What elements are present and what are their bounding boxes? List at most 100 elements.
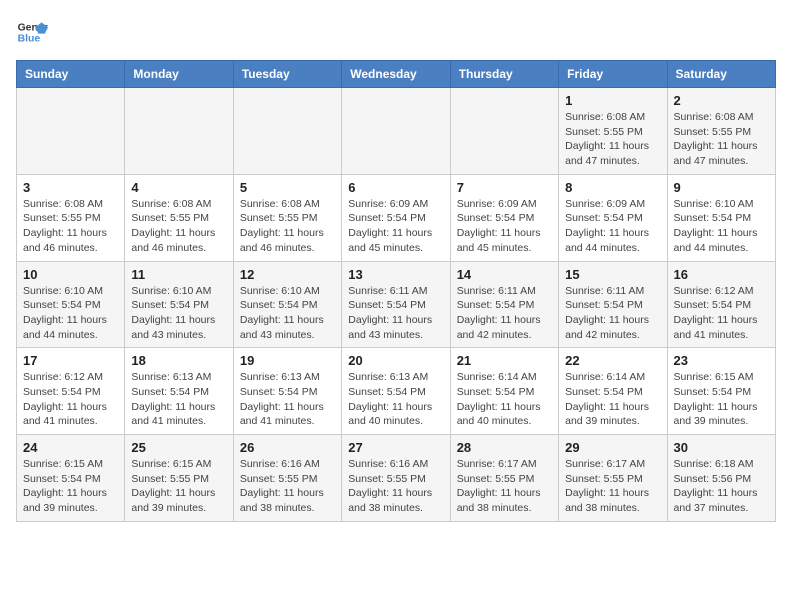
day-info: Sunrise: 6:14 AM Sunset: 5:54 PM Dayligh…	[565, 370, 660, 429]
calendar-cell: 24Sunrise: 6:15 AM Sunset: 5:54 PM Dayli…	[17, 435, 125, 522]
page-header: General Blue	[16, 16, 776, 48]
day-number: 8	[565, 180, 660, 195]
calendar-cell	[233, 88, 341, 175]
calendar-cell: 4 Sunrise: 6:08 AM Sunset: 5:55 PM Daylig…	[125, 174, 233, 261]
day-number: 15	[565, 267, 660, 282]
day-number: 9	[674, 180, 769, 195]
day-number: 14	[457, 267, 552, 282]
calendar-cell: 29 Sunrise: 6:17 AM Sunset: 5:55 PM Dayli…	[559, 435, 667, 522]
day-info: Sunrise: 6:16 AM Sunset: 5:55 PM Dayligh…	[240, 457, 335, 516]
day-info: Sunrise: 6:08 AM Sunset: 5:55 PM Dayligh…	[674, 110, 769, 169]
day-number: 3	[23, 180, 118, 195]
weekday-header: Thursday	[450, 61, 558, 88]
day-info: Sunrise: 6:13 AM Sunset: 5:54 PM Dayligh…	[240, 370, 335, 429]
calendar-cell: 21 Sunrise: 6:14 AM Sunset: 5:54 PM Dayli…	[450, 348, 558, 435]
calendar-cell: 23 Sunrise: 6:15 AM Sunset: 5:54 PM Dayli…	[667, 348, 775, 435]
weekday-header: Saturday	[667, 61, 775, 88]
day-number: 16	[674, 267, 769, 282]
calendar-cell: 18 Sunrise: 6:13 AM Sunset: 5:54 PM Dayli…	[125, 348, 233, 435]
day-info: Sunrise: 6:17 AM Sunset: 5:55 PM Dayligh…	[457, 457, 552, 516]
day-number: 2	[674, 93, 769, 108]
day-info: Sunrise: 6:10 AM Sunset: 5:54 PM Dayligh…	[131, 284, 226, 343]
day-info: Sunrise: 6:15 AM Sunset: 5:54 PM Dayligh…	[23, 457, 118, 516]
day-info: Sunrise: 6:11 AM Sunset: 5:54 PM Dayligh…	[565, 284, 660, 343]
weekday-header-row: SundayMondayTuesdayWednesdayThursdayFrid…	[17, 61, 776, 88]
calendar-cell: 12 Sunrise: 6:10 AM Sunset: 5:54 PM Dayli…	[233, 261, 341, 348]
day-number: 28	[457, 440, 552, 455]
day-info: Sunrise: 6:08 AM Sunset: 5:55 PM Dayligh…	[131, 197, 226, 256]
calendar-cell: 10 Sunrise: 6:10 AM Sunset: 5:54 PM Dayli…	[17, 261, 125, 348]
weekday-header: Tuesday	[233, 61, 341, 88]
day-info: Sunrise: 6:08 AM Sunset: 5:55 PM Dayligh…	[565, 110, 660, 169]
weekday-header: Friday	[559, 61, 667, 88]
day-number: 17	[23, 353, 118, 368]
day-number: 27	[348, 440, 443, 455]
calendar-cell: 25Sunrise: 6:15 AM Sunset: 5:55 PM Dayli…	[125, 435, 233, 522]
day-number: 6	[348, 180, 443, 195]
day-number: 10	[23, 267, 118, 282]
calendar-cell: 1Sunrise: 6:08 AM Sunset: 5:55 PM Daylig…	[559, 88, 667, 175]
day-number: 23	[674, 353, 769, 368]
day-number: 29	[565, 440, 660, 455]
calendar-cell	[17, 88, 125, 175]
calendar-cell: 19Sunrise: 6:13 AM Sunset: 5:54 PM Dayli…	[233, 348, 341, 435]
weekday-header: Sunday	[17, 61, 125, 88]
day-info: Sunrise: 6:10 AM Sunset: 5:54 PM Dayligh…	[23, 284, 118, 343]
calendar-cell: 26 Sunrise: 6:16 AM Sunset: 5:55 PM Dayli…	[233, 435, 341, 522]
calendar-cell: 27 Sunrise: 6:16 AM Sunset: 5:55 PM Dayli…	[342, 435, 450, 522]
calendar-cell: 8 Sunrise: 6:09 AM Sunset: 5:54 PM Daylig…	[559, 174, 667, 261]
day-number: 20	[348, 353, 443, 368]
day-info: Sunrise: 6:10 AM Sunset: 5:54 PM Dayligh…	[240, 284, 335, 343]
calendar-cell: 13 Sunrise: 6:11 AM Sunset: 5:54 PM Dayli…	[342, 261, 450, 348]
calendar-cell: 28 Sunrise: 6:17 AM Sunset: 5:55 PM Dayli…	[450, 435, 558, 522]
day-number: 4	[131, 180, 226, 195]
calendar-week-row: 3 Sunrise: 6:08 AM Sunset: 5:55 PM Daylig…	[17, 174, 776, 261]
calendar-cell: 30 Sunrise: 6:18 AM Sunset: 5:56 PM Dayli…	[667, 435, 775, 522]
day-number: 21	[457, 353, 552, 368]
logo-icon: General Blue	[16, 16, 48, 48]
weekday-header: Wednesday	[342, 61, 450, 88]
calendar-cell: 17Sunrise: 6:12 AM Sunset: 5:54 PM Dayli…	[17, 348, 125, 435]
day-info: Sunrise: 6:08 AM Sunset: 5:55 PM Dayligh…	[240, 197, 335, 256]
calendar-week-row: 24Sunrise: 6:15 AM Sunset: 5:54 PM Dayli…	[17, 435, 776, 522]
calendar-cell: 20Sunrise: 6:13 AM Sunset: 5:54 PM Dayli…	[342, 348, 450, 435]
day-info: Sunrise: 6:09 AM Sunset: 5:54 PM Dayligh…	[565, 197, 660, 256]
day-info: Sunrise: 6:08 AM Sunset: 5:55 PM Dayligh…	[23, 197, 118, 256]
day-number: 26	[240, 440, 335, 455]
calendar-cell: 9Sunrise: 6:10 AM Sunset: 5:54 PM Daylig…	[667, 174, 775, 261]
day-info: Sunrise: 6:09 AM Sunset: 5:54 PM Dayligh…	[457, 197, 552, 256]
day-info: Sunrise: 6:18 AM Sunset: 5:56 PM Dayligh…	[674, 457, 769, 516]
calendar-cell: 11 Sunrise: 6:10 AM Sunset: 5:54 PM Dayli…	[125, 261, 233, 348]
day-number: 13	[348, 267, 443, 282]
calendar-week-row: 1Sunrise: 6:08 AM Sunset: 5:55 PM Daylig…	[17, 88, 776, 175]
day-info: Sunrise: 6:12 AM Sunset: 5:54 PM Dayligh…	[674, 284, 769, 343]
calendar-cell: 2 Sunrise: 6:08 AM Sunset: 5:55 PM Daylig…	[667, 88, 775, 175]
calendar-cell	[450, 88, 558, 175]
calendar-cell: 15 Sunrise: 6:11 AM Sunset: 5:54 PM Dayli…	[559, 261, 667, 348]
logo: General Blue	[16, 16, 48, 48]
day-info: Sunrise: 6:16 AM Sunset: 5:55 PM Dayligh…	[348, 457, 443, 516]
calendar-cell: 3 Sunrise: 6:08 AM Sunset: 5:55 PM Daylig…	[17, 174, 125, 261]
day-info: Sunrise: 6:15 AM Sunset: 5:54 PM Dayligh…	[674, 370, 769, 429]
calendar-cell: 6 Sunrise: 6:09 AM Sunset: 5:54 PM Daylig…	[342, 174, 450, 261]
day-number: 22	[565, 353, 660, 368]
calendar-cell	[125, 88, 233, 175]
day-info: Sunrise: 6:11 AM Sunset: 5:54 PM Dayligh…	[457, 284, 552, 343]
day-info: Sunrise: 6:17 AM Sunset: 5:55 PM Dayligh…	[565, 457, 660, 516]
calendar-week-row: 10 Sunrise: 6:10 AM Sunset: 5:54 PM Dayli…	[17, 261, 776, 348]
day-info: Sunrise: 6:09 AM Sunset: 5:54 PM Dayligh…	[348, 197, 443, 256]
day-number: 18	[131, 353, 226, 368]
calendar-cell: 16 Sunrise: 6:12 AM Sunset: 5:54 PM Dayli…	[667, 261, 775, 348]
day-number: 5	[240, 180, 335, 195]
day-number: 7	[457, 180, 552, 195]
day-info: Sunrise: 6:14 AM Sunset: 5:54 PM Dayligh…	[457, 370, 552, 429]
day-number: 12	[240, 267, 335, 282]
day-number: 30	[674, 440, 769, 455]
calendar-cell	[342, 88, 450, 175]
day-info: Sunrise: 6:13 AM Sunset: 5:54 PM Dayligh…	[131, 370, 226, 429]
weekday-header: Monday	[125, 61, 233, 88]
calendar-cell: 7 Sunrise: 6:09 AM Sunset: 5:54 PM Daylig…	[450, 174, 558, 261]
day-info: Sunrise: 6:15 AM Sunset: 5:55 PM Dayligh…	[131, 457, 226, 516]
day-info: Sunrise: 6:11 AM Sunset: 5:54 PM Dayligh…	[348, 284, 443, 343]
day-number: 11	[131, 267, 226, 282]
